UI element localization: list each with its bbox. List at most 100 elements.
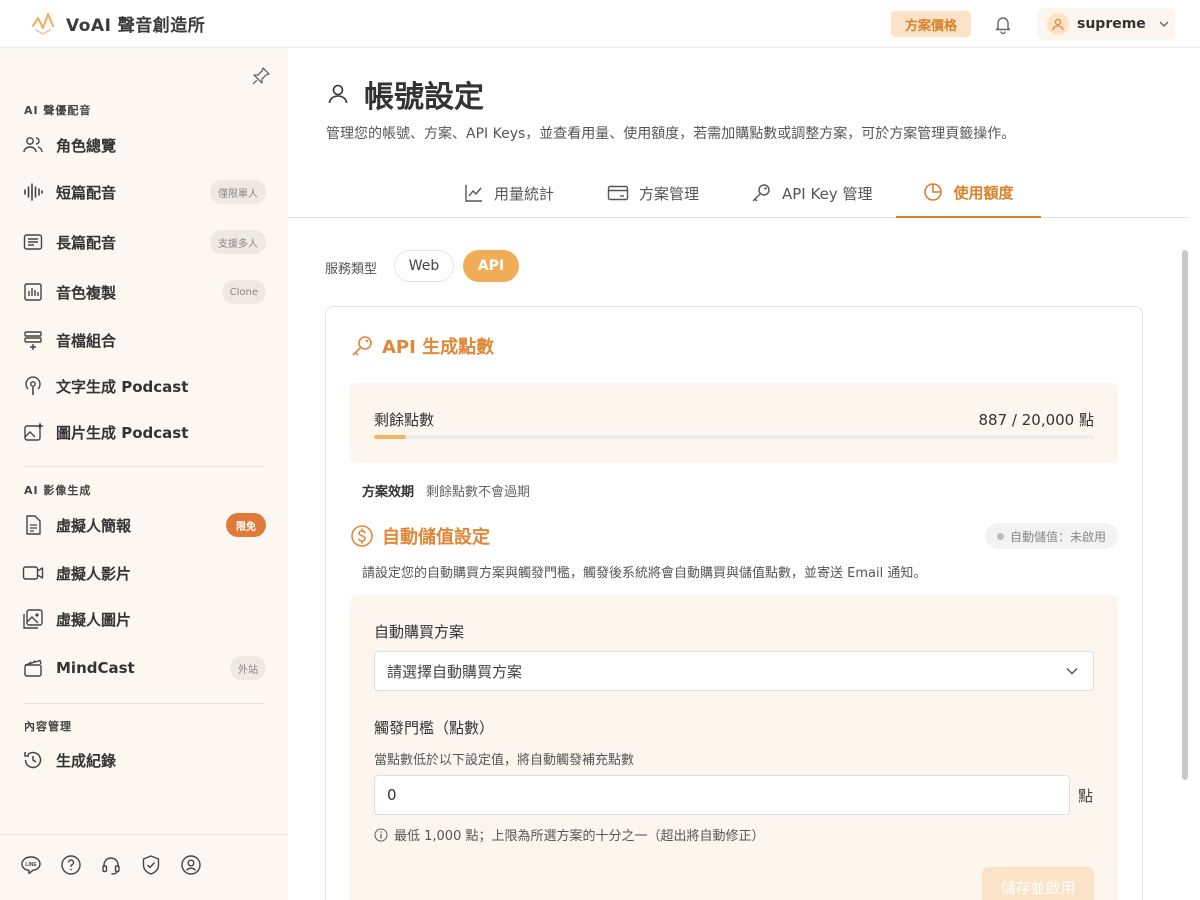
sidebar-item-label: 音檔組合	[56, 331, 117, 350]
brand-logo[interactable]: VoAI 聲音創造所	[30, 10, 205, 36]
sidebar-divider	[24, 703, 264, 704]
pin-icon[interactable]	[251, 66, 271, 86]
external-badge: 外站	[230, 656, 266, 680]
page-description: 管理您的帳號、方案、API Keys，並查看用量、使用額度，若需加購點數或調整方…	[326, 126, 1016, 142]
logo-mark-icon	[32, 13, 54, 35]
section-title-voice: AI 聲優配音	[24, 104, 92, 117]
sidebar-footer: LINE	[20, 854, 202, 876]
plan-select-value: 請選擇自動購買方案	[387, 662, 523, 681]
sidebar-item-long-dubbing[interactable]: 長篇配音 支援多人	[22, 225, 266, 259]
tab-label: 用量統計	[494, 184, 555, 203]
shield-icon[interactable]	[140, 854, 162, 876]
user-outline-icon	[328, 84, 348, 104]
tab-plan-management[interactable]: 方案管理	[607, 168, 699, 218]
scrollbar[interactable]	[1182, 250, 1188, 780]
remaining-points-value: 887 / 20,000 點	[978, 411, 1094, 429]
image-icon	[22, 608, 44, 630]
tab-api-key-management[interactable]: API Key 管理	[750, 168, 872, 218]
headset-icon[interactable]	[100, 854, 122, 876]
sidebar-item-label: 虛擬人影片	[56, 564, 132, 583]
plan-select[interactable]: 請選擇自動購買方案	[374, 651, 1094, 691]
avatar	[1047, 13, 1069, 35]
line-icon[interactable]: LINE	[20, 854, 42, 876]
tab-label: 使用額度	[953, 183, 1014, 202]
threshold-input[interactable]: 0	[374, 775, 1070, 815]
voice-clone-icon	[22, 281, 44, 303]
user-icon	[1052, 18, 1064, 31]
sidebar-item-characters[interactable]: 角色總覽	[22, 128, 266, 162]
page-title: 帳號設定	[364, 80, 484, 115]
sidebar-item-label: 長篇配音	[56, 233, 117, 252]
tab-label: 方案管理	[639, 184, 700, 203]
sidebar-item-label: 虛擬人簡報	[56, 516, 132, 535]
document-list-icon	[22, 231, 44, 253]
service-api-toggle[interactable]: API	[463, 250, 519, 282]
chevron-down-icon	[1159, 21, 1169, 27]
chevron-down-icon	[1066, 668, 1078, 675]
sidebar-item-short-dubbing[interactable]: 短篇配音 僅限單人	[22, 175, 266, 209]
clapper-icon	[22, 657, 44, 679]
key-icon	[752, 184, 770, 202]
auto-topup-form: 自動購買方案 請選擇自動購買方案 觸發門檻（點數） 當點數低於以下設定值，將自動…	[350, 595, 1118, 900]
auto-topup-status-badge: 自動儲值：未啟用	[984, 523, 1118, 549]
account-icon[interactable]	[180, 854, 202, 876]
plan-select-label: 自動購買方案	[374, 623, 465, 641]
podcast-icon	[22, 375, 44, 397]
user-name: supreme	[1077, 16, 1146, 32]
clone-badge: Clone	[221, 280, 266, 304]
balance-panel: 剩餘點數 887 / 20,000 點	[350, 383, 1118, 463]
top-header: VoAI 聲音創造所 方案價格 supreme	[0, 0, 1200, 48]
sidebar-item-voice-clone[interactable]: 音色複製 Clone	[22, 275, 266, 309]
help-icon[interactable]	[60, 854, 82, 876]
points-progress-bar	[374, 435, 1094, 439]
key-icon	[352, 336, 372, 356]
tab-bar: 用量統計 方案管理 API Key 管理 使用額度	[288, 168, 1188, 218]
chart-icon	[465, 185, 482, 202]
bell-icon[interactable]	[992, 13, 1014, 35]
sidebar-footer-divider	[0, 834, 288, 835]
sidebar-item-text-podcast[interactable]: 文字生成 Podcast	[22, 369, 266, 403]
threshold-value: 0	[387, 786, 397, 804]
sidebar-item-mindcast[interactable]: MindCast 外站	[22, 651, 266, 685]
tab-usage-stats[interactable]: 用量統計	[464, 168, 554, 218]
sidebar-item-label: MindCast	[56, 659, 135, 677]
service-type-label: 服務類型	[325, 262, 378, 277]
waveform-icon	[22, 181, 44, 203]
tab-usage-quota[interactable]: 使用額度	[896, 168, 1041, 218]
threshold-hint-text: 最低 1,000 點；上限為所選方案的十分之一（超出將自動修正）	[394, 829, 765, 844]
sidebar-item-label: 音色複製	[56, 283, 117, 302]
video-icon	[22, 562, 44, 584]
sidebar-item-avatar-video[interactable]: 虛擬人影片	[22, 556, 266, 590]
sidebar-item-label: 生成紀錄	[56, 751, 117, 770]
dollar-circle-icon	[351, 525, 373, 547]
sidebar-item-avatar-slides[interactable]: 虛擬人簡報 限免	[22, 508, 266, 542]
status-dot	[996, 532, 1004, 540]
auto-topup-description: 請設定您的自動購買方案與觸發門檻，觸發後系統將會自動購買與儲值點數，並寄送 Em…	[362, 566, 927, 581]
pricing-button[interactable]: 方案價格	[891, 11, 971, 37]
user-menu[interactable]: supreme	[1037, 8, 1175, 40]
tab-label: API Key 管理	[782, 184, 873, 203]
sidebar-item-label: 角色總覽	[56, 136, 117, 155]
info-icon	[374, 827, 388, 842]
history-icon	[22, 749, 44, 771]
pie-icon	[924, 183, 943, 201]
sidebar-item-label: 虛擬人圖片	[56, 610, 132, 629]
sidebar-item-label: 文字生成 Podcast	[56, 377, 189, 396]
sidebar-item-audio-merge[interactable]: 音檔組合	[22, 323, 266, 357]
sidebar-item-avatar-image[interactable]: 虛擬人圖片	[22, 602, 266, 636]
file-icon	[22, 514, 44, 536]
threshold-hint: 最低 1,000 點；上限為所選方案的十分之一（超出將自動修正）	[374, 825, 764, 844]
sidebar-item-history[interactable]: 生成紀錄	[22, 743, 266, 777]
auto-topup-header: 自動儲值設定	[350, 523, 490, 549]
page-header: 帳號設定	[326, 72, 484, 116]
free-badge: 限免	[226, 513, 266, 537]
section-title-content: 內容管理	[24, 720, 72, 733]
sidebar-item-label: 圖片生成 Podcast	[56, 423, 189, 442]
save-and-enable-button[interactable]: 儲存並啟用	[982, 867, 1094, 900]
api-points-header: API 生成點數	[350, 333, 494, 359]
sidebar-item-image-podcast[interactable]: 圖片生成 Podcast	[22, 415, 266, 449]
validity-label: 方案效期	[362, 485, 415, 500]
sidebar: AI 聲優配音 角色總覽 短篇配音 僅限單人 長篇配音 支援多人 音色複製 Cl…	[0, 48, 288, 900]
validity-value: 剩餘點數不會過期	[426, 485, 531, 500]
service-web-toggle[interactable]: Web	[394, 250, 454, 282]
